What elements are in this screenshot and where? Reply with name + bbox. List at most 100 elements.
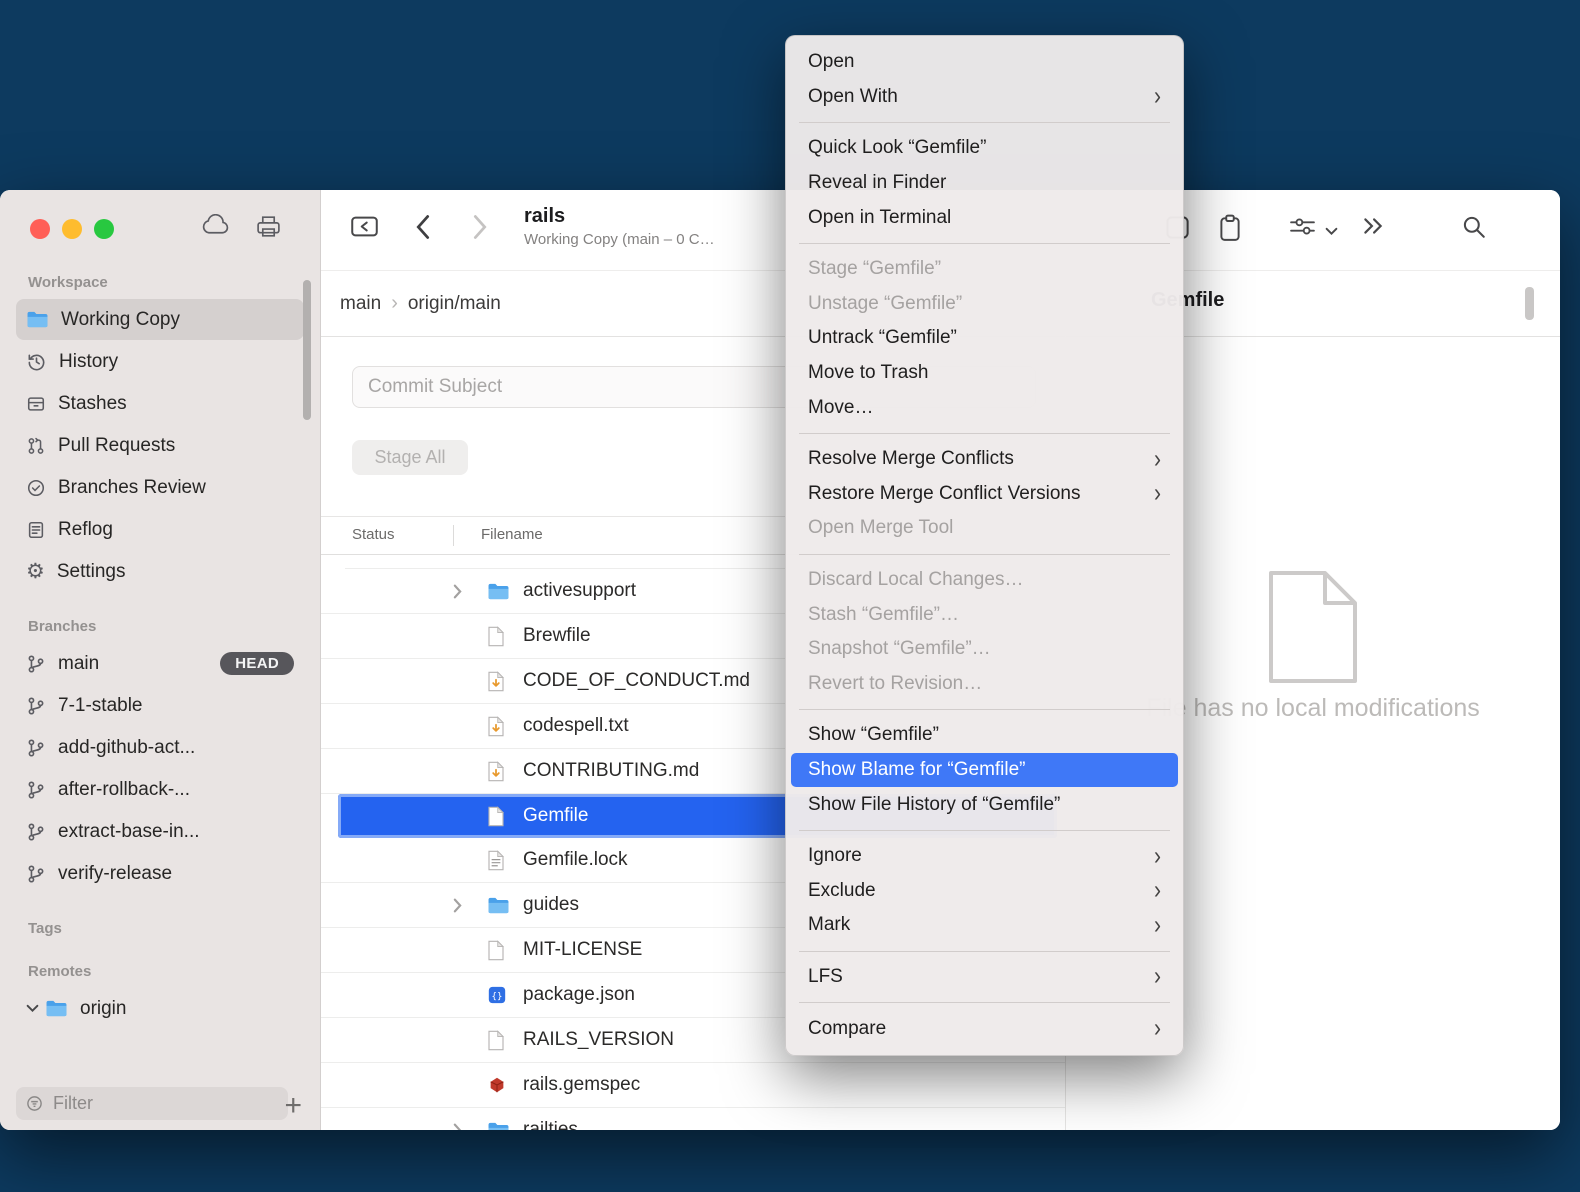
sidebar-item-label: verify-release [58,863,172,885]
file-icon [487,1030,515,1051]
menu-item-unstage-gemfile: Unstage “Gemfile” [786,287,1183,322]
branch-icon [26,864,46,884]
filename-cell: CODE_OF_CONDUCT.md [523,670,750,692]
breadcrumb-segment[interactable]: origin/main [408,293,501,315]
branch-icon [26,822,46,842]
menu-item-open-in-terminal[interactable]: Open in Terminal [786,200,1183,235]
sidebar-item-reflog[interactable]: Reflog [16,509,304,550]
branch-icon [26,738,46,758]
filename-cell: CONTRIBUTING.md [523,760,699,782]
menu-item-stage-gemfile: Stage “Gemfile” [786,252,1183,287]
close-window-button[interactable] [30,219,50,239]
menu-separator [799,554,1170,555]
back-chevron-icon[interactable] [416,214,430,243]
sidebar-item-label: Settings [57,561,126,583]
sidebar-item-after-rollback[interactable]: after-rollback-... [16,769,304,810]
folder-icon [487,896,515,915]
md-file-icon [487,716,515,737]
sidebar-item-settings[interactable]: ⚙Settings [16,551,304,592]
column-header-filename[interactable]: Filename [481,526,543,543]
menu-item-open-with[interactable]: Open With › [786,80,1183,115]
menu-item-show-blame-for-gemfile[interactable]: Show Blame for “Gemfile” [791,753,1178,788]
folder-icon [26,310,49,329]
sidebar-item-label: 7-1-stable [58,695,143,717]
sidebar-item-working-copy[interactable]: Working Copy [16,299,304,340]
sidebar-item-label: Reflog [58,519,113,541]
preview-scrollbar[interactable] [1525,287,1534,320]
sidebar-item-branches-review[interactable]: Branches Review [16,467,304,508]
filename-cell: rails.gemspec [523,1074,640,1096]
sidebar-scrollbar[interactable] [303,280,311,420]
menu-separator [799,122,1170,123]
sidebar-item-origin[interactable]: origin [16,988,304,1029]
minimize-window-button[interactable] [62,219,82,239]
breadcrumb-segment[interactable]: main [340,293,381,315]
table-row-railties[interactable]: railties [321,1108,1065,1130]
zoom-window-button[interactable] [94,219,114,239]
menu-item-exclude[interactable]: Exclude › [786,873,1183,908]
menu-item-lfs[interactable]: LFS › [786,960,1183,995]
sidebar-item-history[interactable]: History [16,341,304,382]
sidebar-item-main[interactable]: mainHEAD [16,643,304,684]
file-icon [487,940,515,961]
menu-item-open[interactable]: Open [786,45,1183,80]
filename-cell: Gemfile [523,805,588,827]
menu-item-untrack-gemfile[interactable]: Untrack “Gemfile” [786,321,1183,356]
double-chevron-icon[interactable] [1361,214,1385,241]
app-window: WorkspaceWorking CopyHistoryStashesPull … [0,190,1560,1130]
sidebar-item-pull-requests[interactable]: Pull Requests [16,425,304,466]
sidebar-item-label: extract-base-in... [58,821,200,843]
search-icon[interactable] [1461,214,1487,243]
add-button[interactable]: + [278,1090,308,1122]
stage-all-button[interactable]: Stage All [352,440,468,475]
filename-cell: Brewfile [523,625,591,647]
sidebar-section-title-remotes: Remotes [28,963,292,980]
column-header-status[interactable]: Status [352,526,395,543]
reflog-icon [26,520,46,540]
menu-item-ignore[interactable]: Ignore › [786,839,1183,874]
menu-item-resolve-merge-conflicts[interactable]: Resolve Merge Conflicts › [786,442,1183,477]
head-badge: HEAD [220,652,294,675]
forward-chevron-icon[interactable] [473,214,487,243]
desktop: WorkspaceWorking CopyHistoryStashesPull … [0,0,1580,1192]
sidebar-item-7-1-stable[interactable]: 7-1-stable [16,685,304,726]
column-divider[interactable] [453,525,454,546]
folder-icon [45,999,68,1018]
sidebar-item-label: after-rollback-... [58,779,190,801]
back-to-repos-icon[interactable] [350,214,379,242]
chevron-down-icon[interactable] [1325,224,1338,239]
filter-input[interactable] [51,1092,235,1115]
cloud-icon[interactable] [200,214,231,239]
menu-item-move-to-trash[interactable]: Move to Trash [786,356,1183,391]
menu-item-show-gemfile[interactable]: Show “Gemfile” [786,718,1183,753]
menu-item-mark[interactable]: Mark › [786,908,1183,943]
filename-cell: package.json [523,984,635,1006]
sidebar-item-label: Pull Requests [58,435,175,457]
branch-icon [26,654,46,674]
menu-item-reveal-in-finder[interactable]: Reveal in Finder [786,166,1183,201]
clipboard-icon[interactable] [1217,214,1243,245]
menu-item-quick-look-gemfile[interactable]: Quick Look “Gemfile” [786,131,1183,166]
table-row-rails-gemspec[interactable]: rails.gemspec [321,1063,1065,1108]
sidebar-item-label: origin [80,998,126,1020]
menu-item-show-file-history-of-gemfile[interactable]: Show File History of “Gemfile” [786,787,1183,822]
menu-separator [799,433,1170,434]
chevron-down-icon[interactable] [26,1004,39,1013]
menu-item-compare[interactable]: Compare › [786,1011,1183,1046]
sliders-icon[interactable] [1289,214,1316,242]
menu-item-snapshot-gemfile: Snapshot “Gemfile”… [786,632,1183,667]
breadcrumb: main › origin/main [340,271,501,336]
sidebar-item-add-github-act[interactable]: add-github-act... [16,727,304,768]
sidebar-item-extract-base-in[interactable]: extract-base-in... [16,811,304,852]
branch-icon [26,780,46,800]
menu-item-open-merge-tool: Open Merge Tool [786,511,1183,546]
menu-item-move[interactable]: Move… [786,390,1183,425]
sidebar-item-stashes[interactable]: Stashes [16,383,304,424]
filter-bar [16,1087,288,1120]
printer-icon[interactable] [255,214,282,239]
filename-cell: MIT-LICENSE [523,939,642,961]
chevron-right-icon [453,898,487,913]
menu-item-restore-merge-conflict-versions[interactable]: Restore Merge Conflict Versions › [786,477,1183,512]
sidebar-item-label: add-github-act... [58,737,195,759]
sidebar-item-verify-release[interactable]: verify-release [16,853,304,894]
